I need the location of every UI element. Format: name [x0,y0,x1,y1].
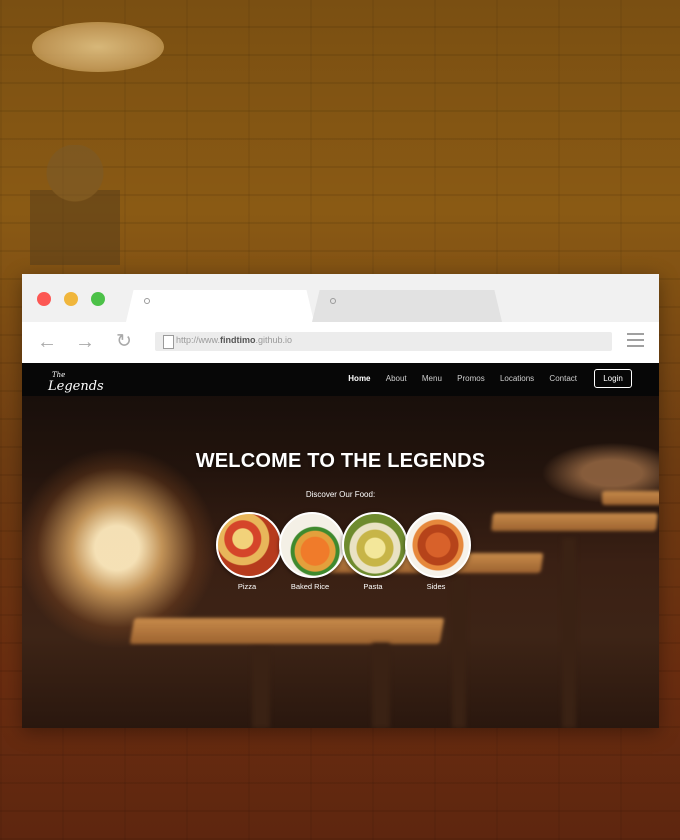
browser-tab-inactive[interactable] [312,290,502,322]
restaurant-table [491,513,658,531]
favicon-icon [144,298,150,304]
address-url: http://www.findtimo.github.io [176,335,293,345]
browser-window: ← → ↻ http://www.findtimo.github.io The … [22,274,659,728]
table-leg [452,578,466,728]
login-button[interactable]: Login [594,369,632,388]
favicon-icon [330,298,336,304]
website-viewport: The Legends Home About Menu Promos Locat… [22,363,659,728]
browser-tab-active[interactable] [126,290,314,322]
table-leg [252,648,270,728]
food-pizza-image[interactable] [216,512,282,578]
food-baked-rice-image[interactable] [279,512,345,578]
food-sides-image[interactable] [405,512,471,578]
food-label-sides[interactable]: Sides [403,582,469,591]
document-icon [163,335,174,349]
nav-link-about[interactable]: About [386,374,407,383]
logo-main-text: Legends [48,379,104,394]
close-window-button[interactable] [37,292,51,306]
nav-link-contact[interactable]: Contact [549,374,577,383]
food-label-pasta[interactable]: Pasta [340,582,406,591]
hamburger-menu-icon[interactable] [627,333,644,347]
browser-tab-bar [22,274,659,322]
table-leg [562,538,576,728]
site-nav-links: Home About Menu Promos Locations Contact [335,374,577,383]
restaurant-table [129,618,445,644]
background-coffee-machine [30,145,120,285]
site-navbar: The Legends Home About Menu Promos Locat… [22,363,659,396]
food-label-pizza[interactable]: Pizza [214,582,280,591]
maximize-window-button[interactable] [91,292,105,306]
reload-icon[interactable]: ↻ [112,330,136,354]
food-pasta-image[interactable] [342,512,408,578]
food-label-baked-rice[interactable]: Baked Rice [277,582,343,591]
nav-link-locations[interactable]: Locations [500,374,534,383]
nav-link-home[interactable]: Home [348,374,370,383]
back-arrow-icon[interactable]: ← [35,330,59,354]
hero-subtitle: Discover Our Food: [305,490,376,499]
nav-link-promos[interactable]: Promos [457,374,485,383]
table-leg [372,643,390,728]
nav-link-menu[interactable]: Menu [422,374,442,383]
site-logo[interactable]: The Legends [48,369,104,393]
background-ceiling-lamp [32,22,164,72]
hero-title: WELCOME TO THE LEGENDS [195,450,486,472]
forward-arrow-icon[interactable]: → [73,330,97,354]
browser-toolbar: ← → ↻ http://www.findtimo.github.io [22,322,659,363]
address-bar[interactable]: http://www.findtimo.github.io [155,332,612,351]
minimize-window-button[interactable] [64,292,78,306]
